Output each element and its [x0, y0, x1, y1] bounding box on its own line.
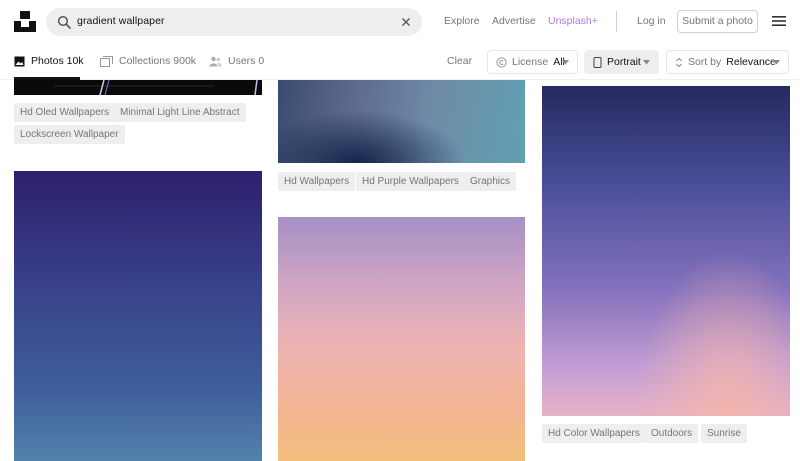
- photo-tag[interactable]: Outdoors: [645, 424, 699, 443]
- submit-photo-button[interactable]: Submit a photo: [677, 10, 758, 33]
- photo-tag[interactable]: Hd Color Wallpapers: [542, 424, 646, 443]
- sort-prefix: Sort by: [688, 56, 722, 68]
- sort-dropdown[interactable]: Sort by Relevance: [666, 50, 789, 74]
- photo-oled-wallpaper[interactable]: [14, 80, 262, 95]
- tab-photos[interactable]: Photos 10k: [14, 55, 84, 67]
- nav-divider: [616, 11, 617, 32]
- nav-advertise[interactable]: Advertise: [492, 15, 536, 27]
- tab-users[interactable]: Users 0: [209, 55, 264, 67]
- photo-tag[interactable]: Graphics: [464, 172, 517, 191]
- nav-unsplash-plus[interactable]: Unsplash+: [548, 15, 598, 27]
- users-icon: [209, 56, 222, 66]
- license-dropdown[interactable]: License All: [487, 50, 578, 74]
- photo-oled-thumbnail: [14, 80, 262, 95]
- photo-tag[interactable]: Lockscreen Wallpaper: [14, 125, 125, 144]
- search-input[interactable]: gradient wallpaper: [77, 15, 165, 27]
- image-icon: [14, 56, 25, 66]
- search-bar[interactable]: gradient wallpaper: [46, 8, 422, 36]
- active-tab-indicator: [14, 77, 80, 80]
- nav-explore[interactable]: Explore: [444, 15, 480, 27]
- sort-icon: [676, 57, 682, 67]
- search-icon: [57, 15, 71, 29]
- license-icon: [496, 56, 507, 68]
- photo-tag[interactable]: Hd Wallpapers: [278, 172, 356, 191]
- clear-filters-link[interactable]: Clear: [447, 55, 472, 67]
- tab-users-label: Users 0: [228, 55, 265, 67]
- sort-value: Relevance: [726, 56, 776, 68]
- chevron-down-icon: [643, 60, 650, 65]
- top-header: gradient wallpaper Explore Advertise Uns…: [0, 0, 800, 44]
- unsplash-logo-icon[interactable]: [14, 10, 36, 32]
- chevron-down-icon: [562, 60, 569, 65]
- filter-bar: Photos 10k Collections 900k Users 0 Clea…: [0, 44, 800, 80]
- license-prefix: License: [512, 56, 549, 68]
- photo-indigo-pink-gradient[interactable]: [542, 86, 790, 416]
- chevron-down-icon: [773, 60, 780, 65]
- photo-pastel-sunset-gradient[interactable]: [278, 217, 525, 461]
- photo-tag[interactable]: Minimal Light Line Abstract: [114, 103, 246, 122]
- clear-search-icon[interactable]: [400, 16, 412, 28]
- tab-collections[interactable]: Collections 900k: [100, 55, 196, 67]
- photo-tag[interactable]: Hd Purple Wallpapers: [356, 172, 465, 191]
- tab-photos-label: Photos 10k: [31, 55, 84, 67]
- photo-teal-navy-gradient[interactable]: [278, 80, 525, 163]
- portrait-icon: [593, 56, 602, 68]
- photo-blue-purple-gradient[interactable]: [14, 171, 262, 461]
- photo-tag[interactable]: Sunrise: [701, 424, 747, 443]
- tab-collections-label: Collections 900k: [119, 55, 197, 67]
- orientation-value: Portrait: [607, 56, 641, 68]
- collections-icon: [100, 55, 113, 67]
- photo-tag[interactable]: Hd Oled Wallpapers: [14, 103, 116, 122]
- login-link[interactable]: Log in: [637, 15, 666, 27]
- orientation-dropdown[interactable]: Portrait: [584, 50, 659, 74]
- hamburger-menu-icon[interactable]: [772, 15, 786, 27]
